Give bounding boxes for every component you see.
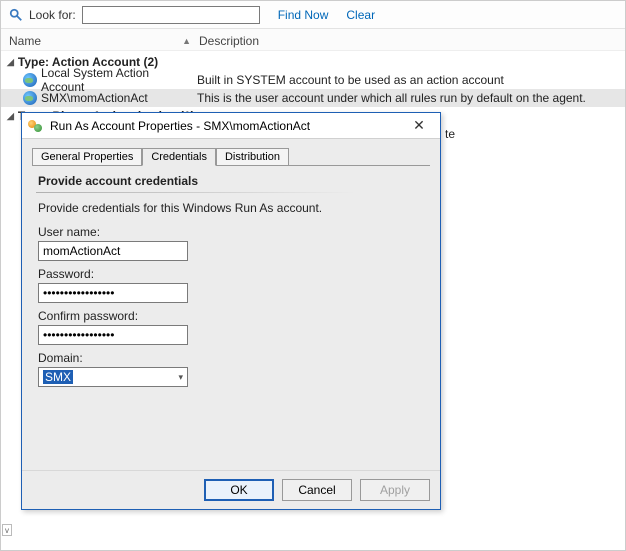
cancel-button[interactable]: Cancel <box>282 479 352 501</box>
column-description[interactable]: Description <box>199 34 259 48</box>
tab-distribution[interactable]: Distribution <box>216 148 289 166</box>
accounts-icon <box>28 118 44 134</box>
password-label: Password: <box>38 267 424 281</box>
intro-text: Provide credentials for this Windows Run… <box>38 201 424 215</box>
column-headers: Name ▲ Description <box>1 29 625 51</box>
list-item[interactable]: Local System Action Account Built in SYS… <box>1 71 625 89</box>
chevron-down-icon: ▾ <box>178 372 183 383</box>
section-title: Provide account credentials <box>36 172 426 192</box>
clear-link[interactable]: Clear <box>346 8 375 22</box>
domain-combobox[interactable]: SMX ▾ <box>38 367 188 387</box>
partial-description: te <box>445 127 455 141</box>
ok-button[interactable]: OK <box>204 479 274 501</box>
column-name[interactable]: Name ▲ <box>9 34 199 48</box>
dialog-titlebar: Run As Account Properties - SMX\momActio… <box>22 113 440 139</box>
confirm-password-label: Confirm password: <box>38 309 424 323</box>
dialog-tabs: General Properties Credentials Distribut… <box>22 139 440 165</box>
tab-general-properties[interactable]: General Properties <box>32 148 142 166</box>
item-description: Built in SYSTEM account to be used as an… <box>197 73 504 87</box>
domain-label: Domain: <box>38 351 424 365</box>
item-name-label: Local System Action Account <box>41 66 191 94</box>
confirm-password-field[interactable] <box>38 325 188 345</box>
search-icon <box>9 8 23 22</box>
run-as-account-properties-dialog: Run As Account Properties - SMX\momActio… <box>21 112 441 510</box>
expander-icon[interactable]: ◢ <box>7 111 14 122</box>
column-name-label: Name <box>9 34 41 48</box>
expander-icon[interactable]: ◢ <box>7 57 14 68</box>
find-now-link[interactable]: Find Now <box>278 8 329 22</box>
password-field[interactable] <box>38 283 188 303</box>
username-field[interactable] <box>38 241 188 261</box>
apply-button: Apply <box>360 479 430 501</box>
item-description: This is the user account under which all… <box>197 91 586 105</box>
sort-ascending-icon: ▲ <box>182 36 191 46</box>
tab-credentials[interactable]: Credentials <box>142 148 216 166</box>
scroll-down-icon[interactable]: v <box>2 524 12 536</box>
search-toolbar: Look for: Find Now Clear <box>1 1 625 29</box>
divider <box>36 192 356 193</box>
close-button[interactable]: ✕ <box>404 116 434 136</box>
globe-icon <box>23 91 37 105</box>
globe-icon <box>23 73 37 87</box>
look-for-label: Look for: <box>29 8 76 22</box>
search-input[interactable] <box>82 6 260 24</box>
dialog-button-row: OK Cancel Apply <box>22 470 440 509</box>
credentials-panel: Provide account credentials Provide cred… <box>32 165 430 470</box>
dialog-title: Run As Account Properties - SMX\momActio… <box>50 119 310 133</box>
domain-value: SMX <box>43 370 73 384</box>
item-name-label: SMX\momActionAct <box>41 91 148 105</box>
username-label: User name: <box>38 225 424 239</box>
list-item[interactable]: SMX\momActionAct This is the user accoun… <box>1 89 625 107</box>
